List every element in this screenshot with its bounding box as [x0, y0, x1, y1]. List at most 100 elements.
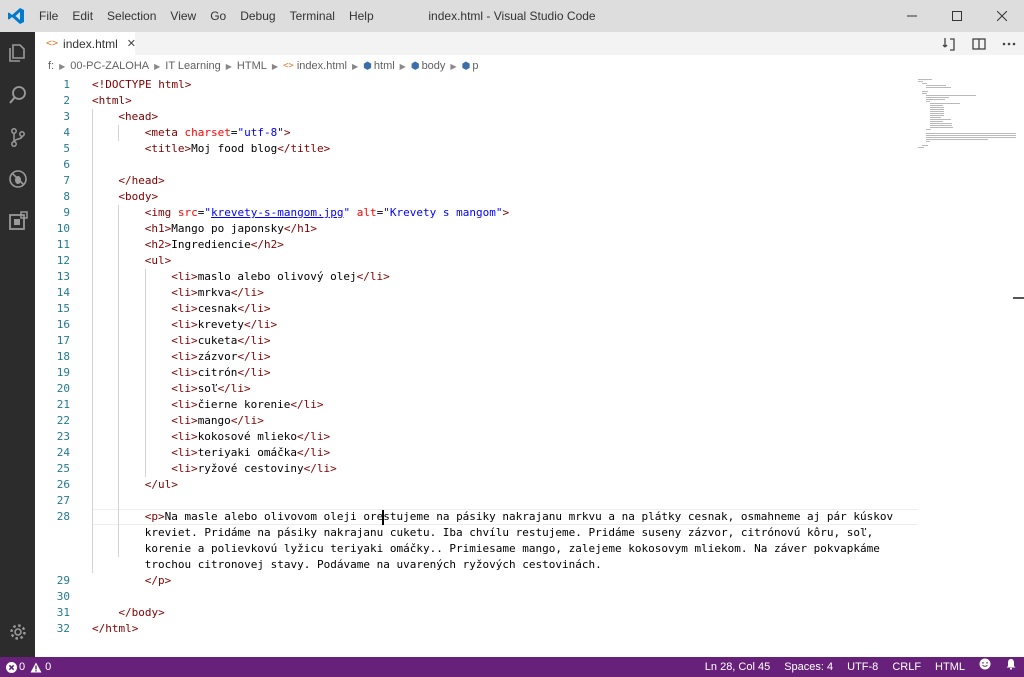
manage-button[interactable] — [0, 611, 35, 653]
problems-indicator[interactable]: 0 0 — [0, 661, 51, 673]
code-line[interactable]: 30 — [35, 589, 918, 605]
code-line[interactable]: 20 <li>soľ</li> — [35, 381, 918, 397]
source-control-button[interactable] — [0, 116, 35, 158]
breadcrumb-folder-zaloha[interactable]: 00-PC-ZALOHA — [70, 60, 149, 72]
language-mode[interactable]: HTML — [928, 657, 972, 677]
search-view-button[interactable] — [0, 74, 35, 116]
code-line[interactable]: 14 <li>mrkva</li> — [35, 285, 918, 301]
minimize-button[interactable] — [889, 0, 934, 32]
menu-go[interactable]: Go — [203, 0, 233, 32]
indentation[interactable]: Spaces: 4 — [777, 657, 840, 677]
menu-edit[interactable]: Edit — [65, 0, 100, 32]
breadcrumb-symbol-p[interactable]: p — [472, 60, 478, 72]
line-number: 22 — [56, 414, 70, 427]
menu-help[interactable]: Help — [342, 0, 381, 32]
code-line[interactable]: 10 <h1>Mango po japonsky</h1> — [35, 221, 918, 237]
code-line[interactable]: 19 <li>citrón</li> — [35, 365, 918, 381]
minimap-line — [930, 123, 952, 124]
code-token: </li> — [303, 462, 337, 475]
code-line[interactable]: 25 <li>ryžové cestoviny</li> — [35, 461, 918, 477]
code-token: </html> — [92, 622, 139, 635]
feedback-button[interactable] — [972, 657, 998, 677]
code-token: <img — [144, 206, 178, 219]
minimap-line — [930, 121, 943, 122]
breadcrumb-folder-html[interactable]: HTML — [237, 60, 267, 72]
breadcrumb-symbol-body[interactable]: body — [422, 60, 446, 72]
code-line[interactable]: 12 <ul> — [35, 253, 918, 269]
tab-index-html[interactable]: <> index.html ✕ — [35, 32, 136, 55]
line-number: 16 — [56, 318, 70, 331]
split-editor-button[interactable] — [964, 32, 994, 55]
encoding[interactable]: UTF-8 — [840, 657, 885, 677]
code-line[interactable]: 22 <li>mango</li> — [35, 413, 918, 429]
code-line[interactable]: 32 </html> — [35, 621, 918, 637]
split-editor-icon — [972, 37, 986, 50]
code-line[interactable]: 8 <body> — [35, 189, 918, 205]
chevron-right-icon: ▶ — [271, 61, 279, 71]
breadcrumb-drive[interactable]: f: — [48, 60, 54, 72]
code-line[interactable]: 16 <li>krevety</li> — [35, 317, 918, 333]
code-line[interactable]: 9 <img src="krevety-s-mangom.jpg" alt="Kr… — [35, 205, 918, 221]
code-line[interactable]: 2 <html> — [35, 93, 918, 109]
cursor-position[interactable]: Ln 28, Col 45 — [698, 657, 777, 677]
debug-button[interactable] — [0, 158, 35, 200]
code-line[interactable]: 17 <li>cuketa</li> — [35, 333, 918, 349]
code-line[interactable]: 21 <li>čierne korenie</li> — [35, 397, 918, 413]
end-of-line[interactable]: CRLF — [885, 657, 928, 677]
menu-debug[interactable]: Debug — [233, 0, 282, 32]
chevron-right-icon: ▶ — [59, 61, 66, 71]
minimap-line — [926, 129, 931, 130]
vertical-scrollbar[interactable] — [1013, 77, 1024, 657]
code-text: <!DOCTYPE html> — [92, 77, 191, 93]
code-line[interactable]: 24 <li>teriyaki omáčka</li> — [35, 445, 918, 461]
code-line[interactable]: 4 <meta charset="utf-8"> — [35, 125, 918, 141]
breadcrumb-file[interactable]: index.html — [297, 60, 347, 72]
code-line[interactable]: 1 <!DOCTYPE html> — [35, 77, 918, 93]
code-line[interactable]: 5 <title>Moj food blog</title> — [35, 141, 918, 157]
source-control-icon — [10, 128, 25, 147]
code-line[interactable]: 31 </body> — [35, 605, 918, 621]
code-line[interactable]: 26 </ul> — [35, 477, 918, 493]
code-line[interactable]: 3 <head> — [35, 109, 918, 125]
code-line[interactable]: 11 <h2>Ingrediencie</h2> — [35, 237, 918, 253]
code-token: <li> — [171, 430, 198, 443]
code-line[interactable]: 18 <li>zázvor</li> — [35, 349, 918, 365]
code-line[interactable]: kreviet. Pridáme na pásiky nakrajanu cuk… — [35, 525, 918, 541]
minimap-line — [930, 117, 941, 118]
breadcrumb-folder-it-learning[interactable]: IT Learning — [165, 60, 220, 72]
code-editor[interactable]: 1 <!DOCTYPE html> 2 <html> 3 <head> 4 <meta cha… — [35, 77, 1024, 657]
notifications-button[interactable] — [998, 657, 1024, 677]
code-line[interactable]: 28 <p>Na masle alebo olivovom oleji orest… — [35, 509, 918, 525]
code-line[interactable]: 27 — [35, 493, 918, 509]
code-line[interactable]: korenie a polievkovú lyžicu teriyaki omá… — [35, 541, 918, 557]
open-changes-button[interactable] — [934, 32, 964, 55]
menu-file[interactable]: File — [32, 0, 65, 32]
code-token: krevety — [197, 318, 245, 331]
breadcrumb-symbol-html[interactable]: html — [374, 60, 395, 72]
code-line[interactable]: trochou citronovej stavy. Podávame na uv… — [35, 557, 918, 573]
more-actions-button[interactable] — [994, 32, 1024, 55]
menu-selection[interactable]: Selection — [100, 0, 163, 32]
code-token: </li> — [290, 398, 324, 411]
maximize-button[interactable] — [934, 0, 979, 32]
code-line[interactable]: 29 </p> — [35, 573, 918, 589]
close-window-button[interactable] — [979, 0, 1024, 32]
explorer-button[interactable] — [0, 32, 35, 74]
tab-close-button[interactable]: ✕ — [127, 37, 136, 50]
menu-view[interactable]: View — [163, 0, 203, 32]
code-line[interactable]: 13 <li>maslo alebo olivový olej</li> — [35, 269, 918, 285]
extensions-button[interactable] — [0, 200, 35, 242]
code-line[interactable]: 6 — [35, 157, 918, 173]
code-line[interactable]: 7 </head> — [35, 173, 918, 189]
code-line[interactable]: 15 <li>cesnak</li> — [35, 301, 918, 317]
minimap-line — [926, 137, 1016, 138]
vscode-logo-icon — [0, 0, 32, 32]
chevron-right-icon: ▶ — [399, 61, 406, 71]
symbol-element-icon: ⬢ — [461, 60, 471, 72]
code-line[interactable]: 23 <li>kokosové mlieko</li> — [35, 429, 918, 445]
minimap[interactable] — [918, 77, 1016, 657]
menu-terminal[interactable]: Terminal — [283, 0, 342, 32]
line-number: 23 — [56, 430, 70, 443]
ellipsis-icon — [1002, 42, 1016, 45]
line-number: 5 — [63, 142, 70, 155]
